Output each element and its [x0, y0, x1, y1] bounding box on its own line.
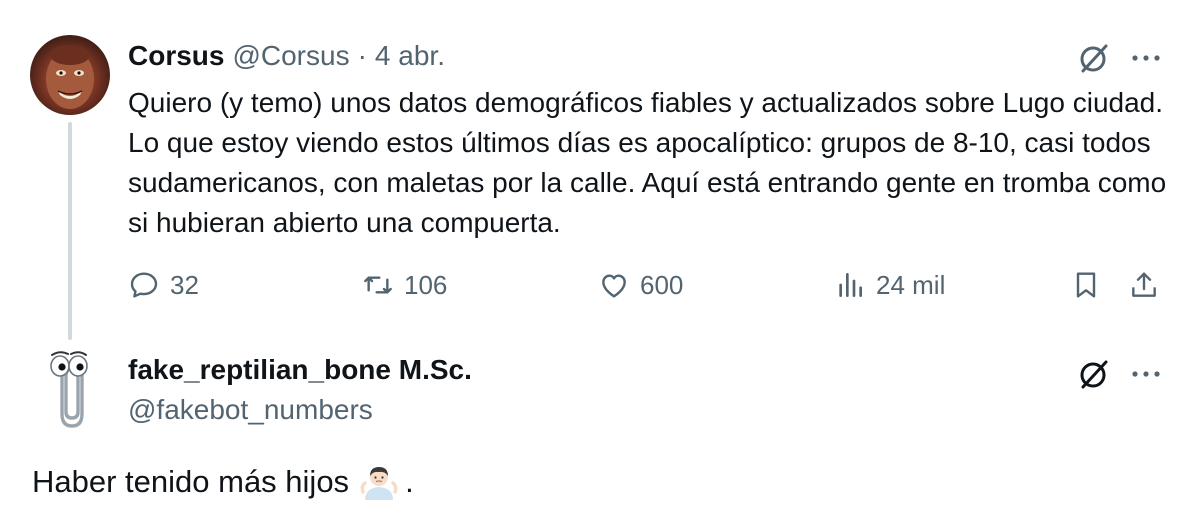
tweet-text: Quiero (y temo) unos datos demográficos … — [128, 87, 1167, 238]
header-separator: · — [357, 40, 367, 71]
more-icon[interactable] — [1128, 356, 1164, 392]
reply-author-handle[interactable]: @fakebot_numbers — [128, 394, 373, 426]
person-shrugging-emoji — [359, 462, 399, 502]
thread-connector-line — [68, 122, 72, 340]
reply-text: Haber tenido más hijos . — [32, 460, 414, 504]
view-count: 24 mil — [876, 269, 946, 300]
reply-icon — [130, 272, 158, 298]
reply-text-main: Haber tenido más hijos — [32, 464, 350, 499]
heart-icon — [602, 274, 626, 298]
author-avatar[interactable] — [30, 35, 110, 115]
tweet-actions: 32 106 600 24 mil — [128, 265, 1168, 305]
author-name[interactable]: Corsus — [128, 40, 224, 72]
share-button[interactable] — [1128, 265, 1160, 305]
retweet-count: 106 — [404, 269, 448, 300]
reply-count: 32 — [170, 269, 199, 300]
reply-author-name[interactable]: fake_reptilian_bone M.Sc. — [128, 354, 472, 386]
views-button[interactable]: 24 mil — [834, 265, 945, 305]
grok-icon[interactable] — [1076, 40, 1112, 76]
views-icon — [839, 273, 862, 297]
more-icon[interactable] — [1128, 40, 1164, 76]
reply-button[interactable]: 32 — [128, 265, 199, 305]
grok-icon[interactable] — [1076, 356, 1112, 392]
reply-avatar[interactable] — [40, 348, 100, 430]
retweet-icon — [364, 276, 392, 294]
tweet-header: Corsus @Corsus · 4 abr. — [128, 38, 445, 74]
like-count: 600 — [640, 269, 684, 300]
like-button[interactable]: 600 — [598, 265, 683, 305]
share-icon — [1132, 272, 1156, 297]
bookmark-button[interactable] — [1070, 265, 1102, 305]
retweet-button[interactable]: 106 — [362, 265, 447, 305]
avatar-face-icon — [46, 45, 94, 109]
bookmark-icon — [1076, 272, 1096, 298]
reply-text-end: . — [405, 464, 414, 499]
author-handle[interactable]: @Corsus — [232, 40, 349, 72]
paperclip-icon — [50, 351, 88, 428]
tweet-date[interactable]: 4 abr. — [375, 40, 445, 72]
